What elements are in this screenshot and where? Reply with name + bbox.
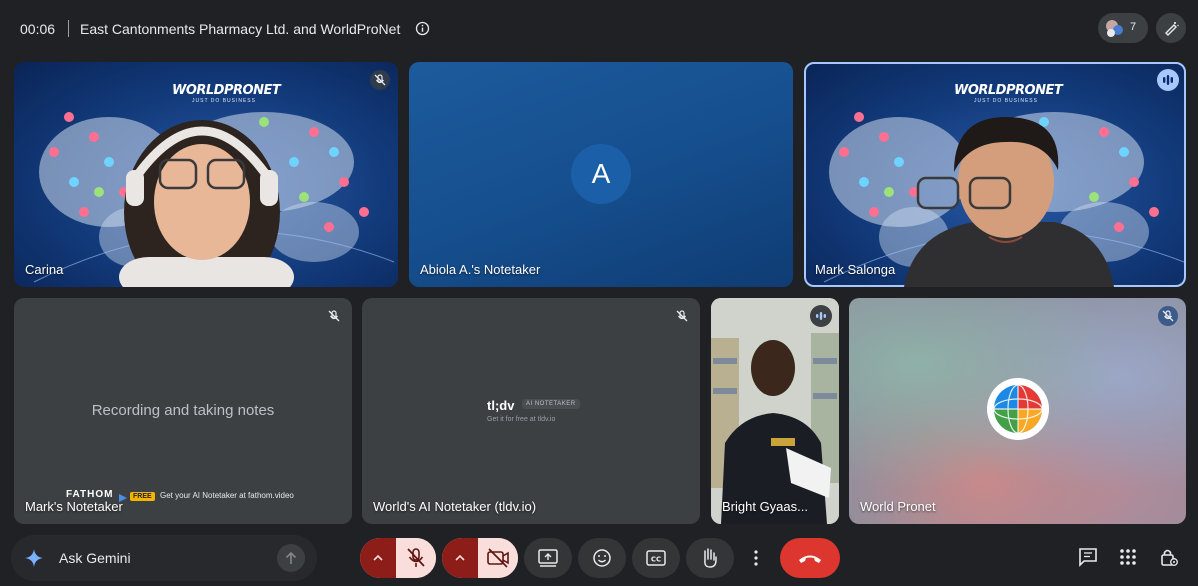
participant-name: World's AI Notetaker (tldv.io) [373, 499, 537, 514]
participants-button[interactable]: 7 [1098, 13, 1148, 43]
chevron-up-icon [373, 554, 383, 561]
camera-control [442, 538, 518, 578]
participant-tile-abiola-notetaker[interactable]: A Abiola A.'s Notetaker [409, 62, 793, 287]
participant-name: Mark's Notetaker [25, 499, 123, 514]
elapsed-time: 00:06 [20, 21, 56, 37]
captions-icon: CC [646, 550, 666, 566]
participant-tile-tldv-notetaker[interactable]: tl;dv AI NOTETAKER Get it for free at tl… [362, 298, 700, 524]
present-screen-button[interactable] [524, 538, 572, 578]
ask-gemini-placeholder: Ask Gemini [59, 550, 131, 566]
avatar-initial: A [591, 158, 611, 189]
info-icon[interactable] [415, 21, 430, 36]
avatar: A [571, 144, 631, 204]
activities-icon[interactable] [1117, 546, 1139, 568]
leave-call-button[interactable] [780, 538, 840, 578]
raise-hand-button[interactable] [686, 538, 734, 578]
fathom-tagline: Get your AI Notetaker at fathom.video [160, 491, 294, 500]
participant-name: Mark Salonga [815, 262, 896, 277]
world-pronet-avatar [987, 378, 1049, 440]
mic-off-icon [370, 70, 390, 90]
tldv-badge: AI NOTETAKER [522, 399, 580, 409]
audio-options-button[interactable] [360, 538, 396, 578]
send-arrow-icon[interactable] [277, 544, 305, 572]
present-screen-icon [538, 549, 558, 567]
tldv-logo: tl;dv [487, 398, 515, 413]
participant-video-bright [711, 298, 839, 524]
participant-name: World Pronet [860, 499, 936, 514]
raise-hand-icon [704, 548, 717, 568]
participant-video-mark-salonga [904, 117, 1114, 287]
participant-tile-mark-salonga[interactable]: WORLDPRONET JUST DO BUSINESS Mark Salong… [804, 62, 1186, 287]
participant-name: Abiola A.'s Notetaker [420, 262, 541, 277]
participant-tile-carina[interactable]: WORLDPRONET JUST DO BUSINESS Carina [14, 62, 398, 287]
mic-off-icon [672, 306, 692, 326]
chat-icon[interactable] [1077, 546, 1099, 568]
gemini-star-icon [25, 549, 43, 567]
emoji-icon [593, 549, 611, 567]
notetaker-status: Recording and taking notes [91, 402, 275, 419]
meeting-header: 00:06 East Cantonments Pharmacy Ltd. and… [0, 0, 1198, 58]
more-options-button[interactable] [742, 538, 770, 578]
audio-wave-icon [810, 305, 832, 327]
participant-name: Carina [25, 262, 64, 277]
meeting-title: East Cantonments Pharmacy Ltd. and World… [80, 21, 401, 37]
ask-gemini-input[interactable]: Ask Gemini [11, 535, 317, 581]
camera-toggle-button[interactable] [478, 538, 518, 578]
chevron-up-icon [455, 554, 465, 561]
participant-tile-marks-notetaker[interactable]: Recording and taking notes FATHOM FREE G… [14, 298, 352, 524]
mic-toggle-button[interactable] [396, 538, 436, 578]
participant-name: Bright Gyaas... [722, 499, 808, 514]
pen-icon [1156, 22, 1186, 47]
mic-off-icon [324, 306, 344, 326]
fathom-free-badge: FREE [130, 492, 155, 501]
tldv-tagline: Get it for free at tldv.io [487, 416, 556, 423]
host-tools-button[interactable] [1156, 13, 1186, 43]
audio-wave-icon [1157, 69, 1179, 91]
participant-tile-bright[interactable]: Bright Gyaas... [711, 298, 839, 524]
reactions-button[interactable] [578, 538, 626, 578]
call-end-icon [799, 555, 821, 563]
video-options-button[interactable] [442, 538, 478, 578]
microphone-control [360, 538, 436, 578]
participant-count: 7 [1130, 21, 1137, 33]
mic-off-icon [1158, 306, 1178, 326]
header-divider [68, 20, 69, 37]
participant-video-carina [119, 120, 294, 287]
globe-logo-icon [993, 384, 1043, 434]
mic-off-icon [407, 548, 425, 567]
participant-tile-world-pronet[interactable]: World Pronet [849, 298, 1186, 524]
camera-off-icon [487, 548, 509, 568]
svg-text:CC: CC [651, 556, 661, 564]
host-controls-icon[interactable] [1158, 546, 1180, 568]
captions-button[interactable]: CC [632, 538, 680, 578]
people-icon [1104, 18, 1124, 38]
more-vert-icon [754, 550, 758, 566]
